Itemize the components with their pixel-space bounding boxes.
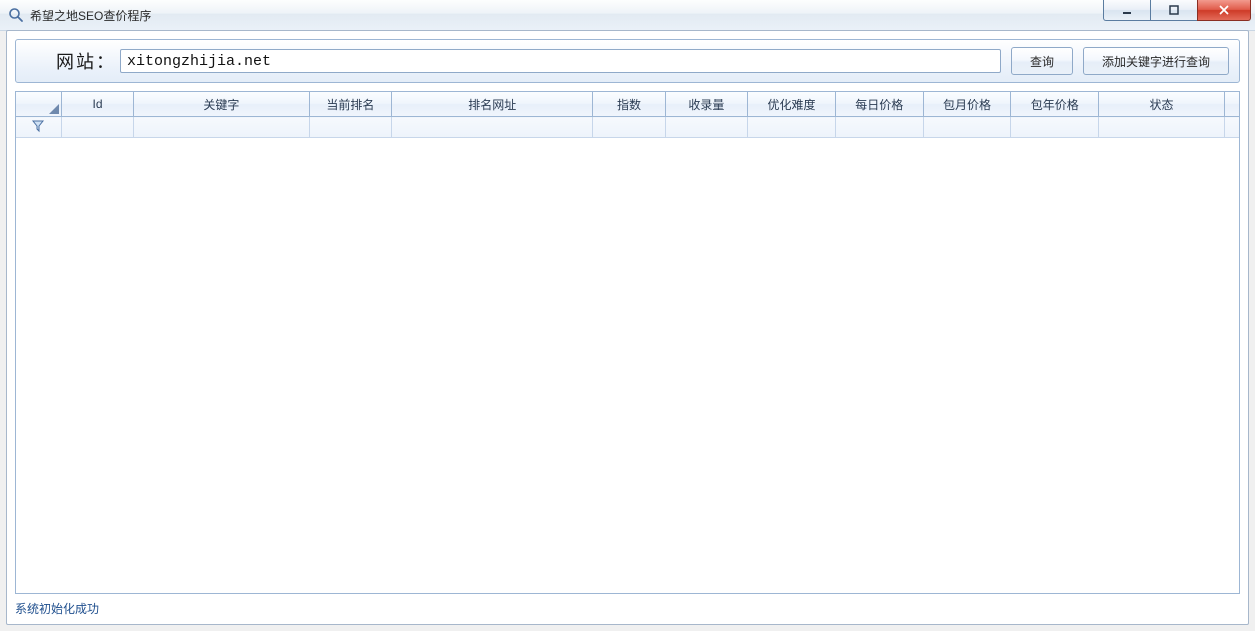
- client-area: 网站： 查询 添加关键字进行查询 Id关键字当前排名排名网址指数收录量优化难度每…: [6, 30, 1249, 625]
- column-header-rank_url[interactable]: 排名网址: [392, 92, 593, 117]
- column-header-indexed[interactable]: 收录量: [665, 92, 748, 117]
- column-header-rank[interactable]: 当前排名: [309, 92, 392, 117]
- statusbar: 系统初始化成功: [15, 598, 1240, 618]
- filter-spacer: [1224, 117, 1239, 138]
- grid-header-row: Id关键字当前排名排名网址指数收录量优化难度每日价格包月价格包年价格状态: [16, 92, 1239, 117]
- filter-cell-keyword[interactable]: [134, 117, 309, 138]
- column-header-status[interactable]: 状态: [1099, 92, 1225, 117]
- results-grid[interactable]: Id关键字当前排名排名网址指数收录量优化难度每日价格包月价格包年价格状态: [15, 91, 1240, 594]
- filter-cell-price_year[interactable]: [1011, 117, 1099, 138]
- filter-cell-price_month[interactable]: [923, 117, 1011, 138]
- column-header-keyword[interactable]: 关键字: [134, 92, 309, 117]
- site-label: 网站：: [56, 48, 116, 74]
- filter-cell-price_day[interactable]: [835, 117, 923, 138]
- filter-cell-rank_url[interactable]: [392, 117, 593, 138]
- column-header-price_month[interactable]: 包月价格: [923, 92, 1011, 117]
- titlebar: 希望之地SEO查价程序: [0, 0, 1255, 31]
- maximize-button[interactable]: [1150, 0, 1198, 21]
- grid-corner-cell[interactable]: [16, 92, 61, 117]
- window-title: 希望之地SEO查价程序: [30, 7, 151, 24]
- filter-cell-id[interactable]: [61, 117, 133, 138]
- filter-cell-status[interactable]: [1099, 117, 1225, 138]
- filter-cell-difficulty[interactable]: [748, 117, 836, 138]
- filter-icon-cell[interactable]: [16, 117, 61, 138]
- column-header-index[interactable]: 指数: [593, 92, 665, 117]
- column-header-price_year[interactable]: 包年价格: [1011, 92, 1099, 117]
- minimize-button[interactable]: [1103, 0, 1151, 21]
- header-spacer: [1224, 92, 1239, 117]
- column-header-price_day[interactable]: 每日价格: [835, 92, 923, 117]
- filter-cell-indexed[interactable]: [665, 117, 748, 138]
- grid-filter-row: [16, 117, 1239, 138]
- search-panel: 网站： 查询 添加关键字进行查询: [15, 39, 1240, 83]
- close-button[interactable]: [1197, 0, 1251, 21]
- status-text: 系统初始化成功: [15, 600, 99, 617]
- column-header-difficulty[interactable]: 优化难度: [748, 92, 836, 117]
- column-header-id[interactable]: Id: [61, 92, 133, 117]
- filter-cell-index[interactable]: [593, 117, 665, 138]
- query-button[interactable]: 查询: [1011, 47, 1073, 75]
- site-input[interactable]: [120, 49, 1001, 73]
- filter-icon: [31, 119, 45, 133]
- add-keyword-button[interactable]: 添加关键字进行查询: [1083, 47, 1229, 75]
- filter-cell-rank[interactable]: [309, 117, 392, 138]
- window-controls: [1104, 0, 1251, 21]
- app-icon: [8, 7, 24, 23]
